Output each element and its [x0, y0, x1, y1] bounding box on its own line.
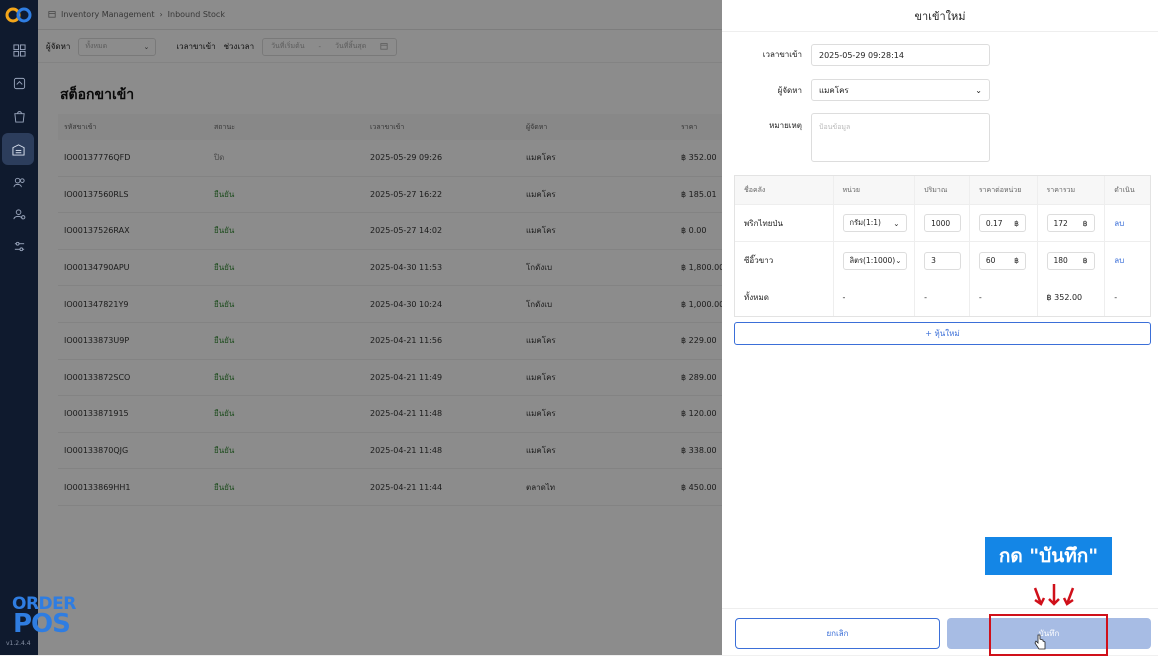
- column-header: ปริมาณ: [915, 176, 970, 204]
- unit-price-value: 60: [985, 256, 996, 265]
- items-table: ชื่อคลัง หน่วย ปริมาณ ราคาต่อหน่วย ราคาร…: [734, 175, 1151, 317]
- item-row: พริกไทยป่น กรัม(1:1) ⌄ 1000 0.17 ฿ 172 ฿ ลบ: [735, 205, 1150, 242]
- unit-value: ลิตร(1:1000): [849, 255, 896, 265]
- unit-value: กรัม(1:1): [849, 218, 881, 227]
- supplier-label: ผู้จัดหา: [777, 86, 802, 95]
- unit-price-input[interactable]: 60 ฿: [978, 251, 1026, 270]
- total-input[interactable]: 180 ฿: [1046, 251, 1095, 270]
- chevron-down-icon: ⌄: [895, 256, 902, 265]
- dashboard-icon[interactable]: [9, 40, 29, 60]
- currency-symbol: ฿: [1014, 218, 1019, 228]
- currency-symbol: ฿: [1082, 256, 1088, 265]
- column-header: ราคาต่อหน่วย: [970, 176, 1038, 204]
- modal-overlay[interactable]: [38, 0, 760, 655]
- summary-unit-price: -: [970, 279, 1038, 316]
- unit-price-value: 0.17: [985, 218, 1003, 228]
- unit-select[interactable]: กรัม(1:1) ⌄: [842, 214, 907, 232]
- note-textarea[interactable]: ป้อนข้อมูล: [811, 113, 990, 162]
- new-inbound-drawer: ขาเข้าใหม่ เวลาขาเข้า 2025-05-29 09:28:1…: [722, 0, 1158, 656]
- drawer-footer: ยกเลิก บันทึก: [722, 608, 1158, 656]
- sidebar: v1.2.4.4: [0, 0, 38, 655]
- column-header: ชื่อคลัง: [735, 176, 834, 204]
- orderpos-logo: ORDER POS: [12, 596, 82, 644]
- column-header: ราคารวม: [1038, 176, 1106, 204]
- summary-action: -: [1114, 293, 1118, 302]
- total-input[interactable]: 172 ฿: [1046, 214, 1095, 232]
- qty-value: 1000: [931, 218, 951, 228]
- note-label: หมายเหตุ: [769, 121, 802, 130]
- summary-total: ฿ 352.00: [1038, 279, 1106, 316]
- item-name: พริกไทยป่น: [744, 218, 783, 228]
- column-header: ดำเนิน: [1114, 185, 1135, 194]
- supplier-select[interactable]: แมคโคร ⌄: [811, 79, 990, 101]
- unit-price-input[interactable]: 0.17 ฿: [978, 214, 1026, 232]
- save-highlight-box: [989, 614, 1108, 656]
- time-label: เวลาขาเข้า: [762, 50, 802, 59]
- brand-line2: POS: [13, 609, 71, 639]
- total-value: 180: [1053, 256, 1068, 265]
- add-item-button[interactable]: + หุ้นใหม่: [734, 322, 1151, 345]
- qty-value: 3: [931, 256, 936, 265]
- items-summary-row: ทั้งหมด - - - ฿ 352.00 -: [735, 279, 1150, 316]
- time-input[interactable]: 2025-05-29 09:28:14: [811, 44, 990, 66]
- currency-symbol: ฿: [1014, 256, 1019, 265]
- note-placeholder: ป้อนข้อมูล: [819, 123, 851, 131]
- instruction-callout: กด "บันทึก": [985, 537, 1112, 575]
- item-name: ซีอิ๊วขาว: [744, 256, 774, 265]
- drawer-title: ขาเข้าใหม่: [722, 0, 1158, 32]
- column-header: หน่วย: [834, 176, 916, 204]
- cancel-button[interactable]: ยกเลิก: [735, 618, 940, 649]
- delete-item-link[interactable]: ลบ: [1114, 217, 1124, 230]
- settings-icon[interactable]: [9, 236, 29, 256]
- unit-select[interactable]: ลิตร(1:1000) ⌄: [842, 251, 907, 270]
- qty-input[interactable]: 3: [924, 251, 962, 270]
- summary-label: ทั้งหมด: [735, 279, 834, 316]
- down-arrows-icon: [1033, 584, 1075, 606]
- chevron-down-icon: ⌄: [975, 85, 982, 95]
- orders-icon[interactable]: [9, 73, 29, 93]
- inventory-icon[interactable]: [2, 133, 34, 165]
- app-logo: [5, 6, 33, 24]
- summary-unit: -: [834, 279, 916, 316]
- currency-symbol: ฿: [1082, 218, 1088, 228]
- delete-item-link[interactable]: ลบ: [1114, 254, 1124, 267]
- supplier-value: แมคโคร: [819, 85, 849, 95]
- products-icon[interactable]: [9, 106, 29, 126]
- total-value: 172: [1053, 218, 1068, 228]
- items-header: ชื่อคลัง หน่วย ปริมาณ ราคาต่อหน่วย ราคาร…: [735, 176, 1150, 205]
- qty-input[interactable]: 1000: [924, 214, 962, 232]
- customers-icon[interactable]: [9, 172, 29, 192]
- time-value: 2025-05-29 09:28:14: [819, 50, 904, 60]
- staff-icon[interactable]: [9, 204, 29, 224]
- hand-cursor-icon: [1034, 634, 1046, 650]
- summary-qty: -: [915, 279, 970, 316]
- chevron-down-icon: ⌄: [893, 218, 900, 228]
- item-row: ซีอิ๊วขาว ลิตร(1:1000) ⌄ 3 60 ฿ 180 ฿ ลบ: [735, 242, 1150, 279]
